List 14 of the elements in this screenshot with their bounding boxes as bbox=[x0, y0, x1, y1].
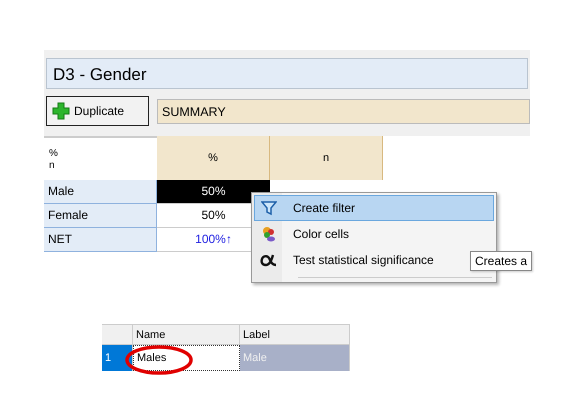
row-label: NET bbox=[44, 228, 157, 252]
table-cell: 50% bbox=[157, 180, 270, 204]
table-cell: Male bbox=[240, 345, 350, 371]
row-label: Female bbox=[44, 204, 157, 228]
column-header: Label bbox=[240, 325, 350, 344]
header-label: n bbox=[49, 160, 55, 172]
column-header: Name bbox=[133, 325, 240, 344]
header-label: % bbox=[49, 148, 58, 160]
column-header: n bbox=[270, 136, 383, 180]
panel-title: D3 - Gender bbox=[46, 58, 528, 89]
tooltip: Creates a bbox=[470, 251, 532, 271]
column-header: % bbox=[157, 136, 270, 180]
row-label: Male bbox=[44, 180, 157, 204]
row-index: 1 bbox=[102, 345, 133, 371]
